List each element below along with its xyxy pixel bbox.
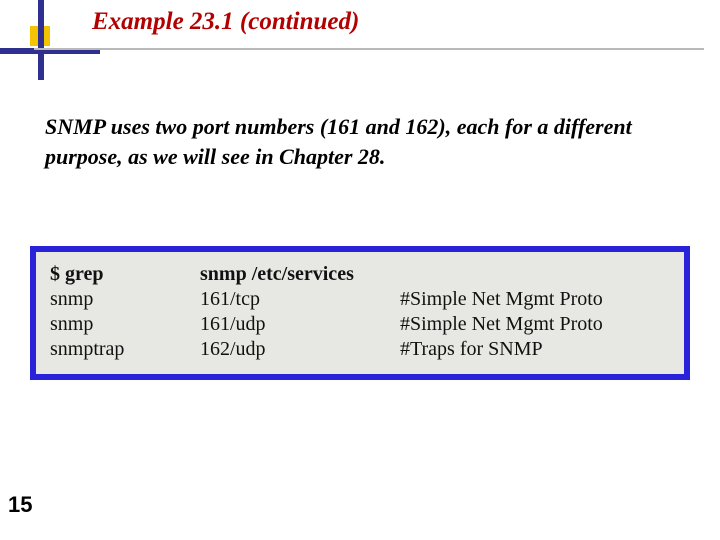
command-empty <box>400 262 670 287</box>
service-name: snmp <box>50 287 200 312</box>
service-name: snmp <box>50 312 200 337</box>
service-comment: #Simple Net Mgmt Proto <box>400 312 670 337</box>
service-comment: #Simple Net Mgmt Proto <box>400 287 670 312</box>
service-comment: #Traps for SNMP <box>400 337 670 362</box>
service-port: 162/udp <box>200 337 400 362</box>
code-command-row: $ grep snmp /etc/services <box>50 262 670 287</box>
service-name: snmptrap <box>50 337 200 362</box>
service-port: 161/udp <box>200 312 400 337</box>
code-output-table: $ grep snmp /etc/services snmp 161/tcp #… <box>50 262 670 362</box>
slide-title: Example 23.1 (continued) <box>92 8 359 36</box>
command-args: snmp /etc/services <box>200 262 400 287</box>
title-underline <box>34 48 704 50</box>
body-text: SNMP uses two port numbers (161 and 162)… <box>45 112 685 171</box>
table-row: snmp 161/tcp #Simple Net Mgmt Proto <box>50 287 670 312</box>
code-output-box: $ grep snmp /etc/services snmp 161/tcp #… <box>30 246 690 380</box>
decor-vertical-bar <box>38 0 44 80</box>
table-row: snmptrap 162/udp #Traps for SNMP <box>50 337 670 362</box>
page-number: 15 <box>8 492 32 518</box>
service-port: 161/tcp <box>200 287 400 312</box>
table-row: snmp 161/udp #Simple Net Mgmt Proto <box>50 312 670 337</box>
command-grep: $ grep <box>50 262 200 287</box>
